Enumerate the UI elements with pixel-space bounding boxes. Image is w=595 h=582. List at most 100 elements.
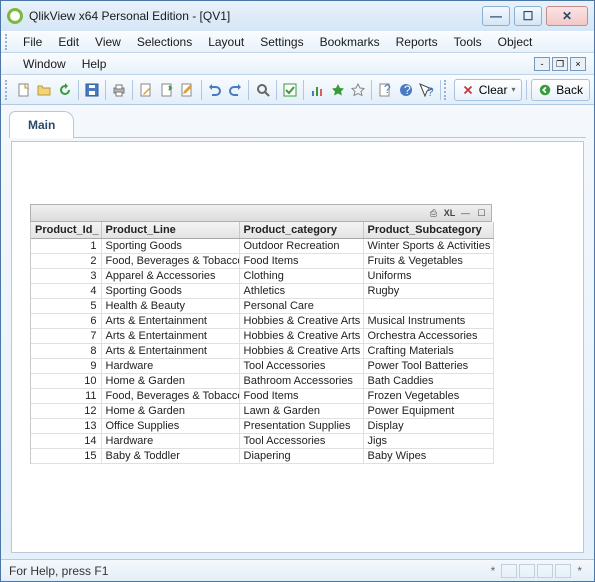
col-product-subcategory[interactable]: Product_Subcategory <box>363 222 493 239</box>
menu-tools[interactable]: Tools <box>446 33 490 51</box>
tab-main[interactable]: Main <box>9 111 74 138</box>
cell-id[interactable]: 11 <box>31 389 101 404</box>
cell-cat[interactable]: Clothing <box>239 269 363 284</box>
cell-id[interactable]: 8 <box>31 344 101 359</box>
cell-cat[interactable]: Presentation Supplies <box>239 419 363 434</box>
caption-minimize-icon[interactable]: — <box>459 207 472 220</box>
cell-id[interactable]: 1 <box>31 239 101 254</box>
table-row[interactable]: 9HardwareTool AccessoriesPower Tool Batt… <box>31 359 493 374</box>
minimize-button[interactable]: — <box>482 6 510 26</box>
col-product-id[interactable]: Product_Id_ <box>31 222 101 239</box>
cell-cat[interactable]: Hobbies & Creative Arts <box>239 344 363 359</box>
menu-reports[interactable]: Reports <box>388 33 446 51</box>
edit-script-icon[interactable] <box>137 79 155 101</box>
cell-sub[interactable]: Uniforms <box>363 269 493 284</box>
cell-sub[interactable]: Fruits & Vegetables <box>363 254 493 269</box>
cell-cat[interactable]: Bathroom Accessories <box>239 374 363 389</box>
table-row[interactable]: 12Home & GardenLawn & GardenPower Equipm… <box>31 404 493 419</box>
menu-edit[interactable]: Edit <box>50 33 87 51</box>
toolbar-handle[interactable] <box>5 80 10 100</box>
table-row[interactable]: 3Apparel & AccessoriesClothingUniforms <box>31 269 493 284</box>
cell-sub[interactable]: Winter Sports & Activities <box>363 239 493 254</box>
menu-layout[interactable]: Layout <box>200 33 252 51</box>
col-product-category[interactable]: Product_category <box>239 222 363 239</box>
clear-button[interactable]: Clear ▾ <box>454 79 523 101</box>
cell-cat[interactable]: Lawn & Garden <box>239 404 363 419</box>
cell-cat[interactable]: Athletics <box>239 284 363 299</box>
maximize-button[interactable]: ☐ <box>514 6 542 26</box>
cell-id[interactable]: 13 <box>31 419 101 434</box>
cell-sub[interactable]: Bath Caddies <box>363 374 493 389</box>
cell-line[interactable]: Home & Garden <box>101 374 239 389</box>
cell-line[interactable]: Health & Beauty <box>101 299 239 314</box>
cell-cat[interactable]: Hobbies & Creative Arts <box>239 314 363 329</box>
table-row[interactable]: 10Home & GardenBathroom AccessoriesBath … <box>31 374 493 389</box>
mdi-minimize-button[interactable]: - <box>534 57 550 71</box>
menu-view[interactable]: View <box>87 33 129 51</box>
save-icon[interactable] <box>83 79 101 101</box>
cell-id[interactable]: 10 <box>31 374 101 389</box>
cell-id[interactable]: 4 <box>31 284 101 299</box>
cell-sub[interactable]: Baby Wipes <box>363 449 493 464</box>
cell-id[interactable]: 9 <box>31 359 101 374</box>
cell-sub[interactable]: Power Tool Batteries <box>363 359 493 374</box>
table-row[interactable]: 2Food, Beverages & TobaccoFood ItemsFrui… <box>31 254 493 269</box>
menu-selections[interactable]: Selections <box>129 33 200 51</box>
table-row[interactable]: 5Health & BeautyPersonal Care <box>31 299 493 314</box>
cell-line[interactable]: Hardware <box>101 434 239 449</box>
cell-cat[interactable]: Tool Accessories <box>239 434 363 449</box>
menu-window[interactable]: Window <box>15 55 74 73</box>
cell-line[interactable]: Baby & Toddler <box>101 449 239 464</box>
cell-line[interactable]: Arts & Entertainment <box>101 344 239 359</box>
table-row[interactable]: 8Arts & EntertainmentHobbies & Creative … <box>31 344 493 359</box>
redo-icon[interactable] <box>226 79 244 101</box>
cell-line[interactable]: Apparel & Accessories <box>101 269 239 284</box>
mdi-restore-button[interactable]: ❐ <box>552 57 568 71</box>
menubar-handle[interactable] <box>5 34 11 50</box>
edit-layout-icon[interactable] <box>178 79 196 101</box>
cell-id[interactable]: 7 <box>31 329 101 344</box>
cell-line[interactable]: Home & Garden <box>101 404 239 419</box>
cell-sub[interactable]: Orchestra Accessories <box>363 329 493 344</box>
search-icon[interactable] <box>253 79 271 101</box>
undo-icon[interactable] <box>205 79 223 101</box>
caption-maximize-icon[interactable]: ☐ <box>475 207 488 220</box>
refresh-icon[interactable] <box>55 79 73 101</box>
table-row[interactable]: 11Food, Beverages & TobaccoFood ItemsFro… <box>31 389 493 404</box>
print-icon[interactable] <box>110 79 128 101</box>
whats-this-icon[interactable]: ? <box>397 79 415 101</box>
table-row[interactable]: 14HardwareTool AccessoriesJigs <box>31 434 493 449</box>
cell-id[interactable]: 2 <box>31 254 101 269</box>
cell-line[interactable]: Sporting Goods <box>101 284 239 299</box>
cell-sub[interactable]: Jigs <box>363 434 493 449</box>
close-button[interactable]: ✕ <box>546 6 588 26</box>
context-help-icon[interactable]: ? <box>417 79 435 101</box>
back-button[interactable]: Back <box>531 79 590 101</box>
cell-id[interactable]: 5 <box>31 299 101 314</box>
cell-id[interactable]: 15 <box>31 449 101 464</box>
cell-line[interactable]: Food, Beverages & Tobacco <box>101 389 239 404</box>
cell-cat[interactable]: Outdoor Recreation <box>239 239 363 254</box>
bookmark-remove-icon[interactable] <box>349 79 367 101</box>
cell-line[interactable]: Arts & Entertainment <box>101 314 239 329</box>
bookmark-add-icon[interactable] <box>328 79 346 101</box>
cell-id[interactable]: 6 <box>31 314 101 329</box>
sheet[interactable]: ⎙ XL — ☐ Product_Id_ Product_Line Produc… <box>11 141 584 553</box>
cell-id[interactable]: 12 <box>31 404 101 419</box>
cell-id[interactable]: 3 <box>31 269 101 284</box>
print-caption-icon[interactable]: ⎙ <box>427 207 440 220</box>
menu-help[interactable]: Help <box>74 55 115 73</box>
menu-object[interactable]: Object <box>490 33 541 51</box>
cell-sub[interactable]: Crafting Materials <box>363 344 493 359</box>
cell-sub[interactable] <box>363 299 493 314</box>
cell-line[interactable]: Food, Beverages & Tobacco <box>101 254 239 269</box>
menu-settings[interactable]: Settings <box>252 33 311 51</box>
cell-sub[interactable]: Frozen Vegetables <box>363 389 493 404</box>
cell-cat[interactable]: Food Items <box>239 254 363 269</box>
table-row[interactable]: 1Sporting GoodsOutdoor RecreationWinter … <box>31 239 493 254</box>
cell-sub[interactable]: Display <box>363 419 493 434</box>
col-product-line[interactable]: Product_Line <box>101 222 239 239</box>
cell-sub[interactable]: Power Equipment <box>363 404 493 419</box>
cell-cat[interactable]: Food Items <box>239 389 363 404</box>
cell-cat[interactable]: Personal Care <box>239 299 363 314</box>
